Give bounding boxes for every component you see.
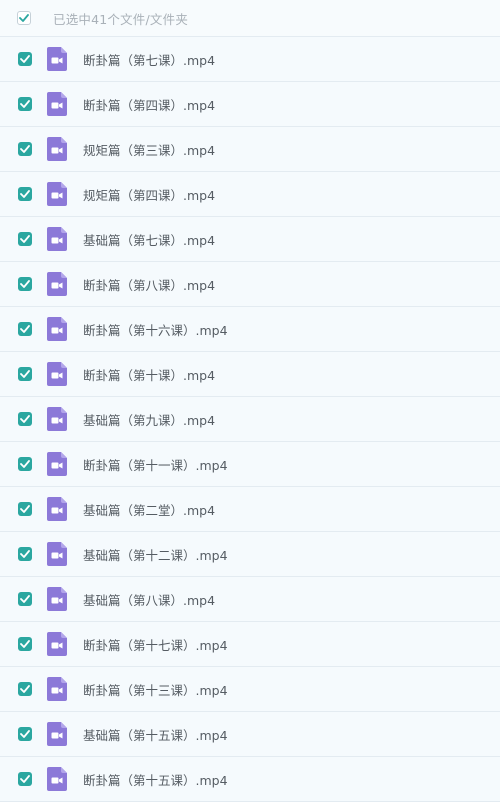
file-row[interactable]: 基础篇（第十五课）.mp4 xyxy=(0,712,500,757)
video-file-icon xyxy=(47,542,67,566)
file-checkbox[interactable] xyxy=(18,457,32,471)
file-row[interactable]: 规矩篇（第四课）.mp4 xyxy=(0,172,500,217)
file-name: 断卦篇（第十课）.mp4 xyxy=(83,367,216,383)
file-row[interactable]: 断卦篇（第十一课）.mp4 xyxy=(0,442,500,487)
file-checkbox[interactable] xyxy=(18,727,32,741)
file-name: 基础篇（第八课）.mp4 xyxy=(83,592,216,608)
file-checkbox[interactable] xyxy=(18,187,32,201)
checkbox-checked-icon xyxy=(20,235,30,243)
file-name: 断卦篇（第八课）.mp4 xyxy=(83,277,216,293)
video-file-icon xyxy=(47,497,67,521)
file-name: 断卦篇（第十五课）.mp4 xyxy=(83,772,228,788)
video-file-icon xyxy=(47,272,67,296)
file-row[interactable]: 断卦篇（第十六课）.mp4 xyxy=(0,307,500,352)
file-name: 断卦篇（第十六课）.mp4 xyxy=(83,322,228,338)
file-row[interactable]: 断卦篇（第十三课）.mp4 xyxy=(0,667,500,712)
video-file-icon xyxy=(47,317,67,341)
checkbox-checked-icon xyxy=(20,100,30,108)
checkbox-checked-icon xyxy=(20,325,30,333)
file-checkbox[interactable] xyxy=(18,637,32,651)
file-checkbox[interactable] xyxy=(18,97,32,111)
video-file-icon xyxy=(47,767,67,791)
file-checkbox[interactable] xyxy=(18,592,32,606)
video-file-icon xyxy=(47,452,67,476)
file-checkbox[interactable] xyxy=(18,52,32,66)
video-file-icon xyxy=(47,137,67,161)
checkbox-checked-icon xyxy=(20,415,30,423)
file-row[interactable]: 断卦篇（第七课）.mp4 xyxy=(0,37,500,82)
file-row[interactable]: 断卦篇（第八课）.mp4 xyxy=(0,262,500,307)
video-file-icon xyxy=(47,227,67,251)
file-checkbox[interactable] xyxy=(18,277,32,291)
file-row[interactable]: 断卦篇（第十课）.mp4 xyxy=(0,352,500,397)
checkbox-checked-icon xyxy=(20,460,30,468)
video-file-icon xyxy=(47,587,67,611)
file-rows: 断卦篇（第七课）.mp4 断卦篇（第四课）.mp4 规矩篇（第三课）.mp4 规… xyxy=(0,37,500,802)
checkbox-checked-icon xyxy=(20,190,30,198)
checkbox-checked-icon xyxy=(20,280,30,288)
video-file-icon xyxy=(47,182,67,206)
file-name: 规矩篇（第四课）.mp4 xyxy=(83,187,216,203)
file-row[interactable]: 基础篇（第十二课）.mp4 xyxy=(0,532,500,577)
video-file-icon xyxy=(47,677,67,701)
file-name: 断卦篇（第十三课）.mp4 xyxy=(83,682,228,698)
file-row[interactable]: 断卦篇（第十五课）.mp4 xyxy=(0,757,500,802)
file-name: 基础篇（第二堂）.mp4 xyxy=(83,502,216,518)
selection-count-text: 已选中41个文件/文件夹 xyxy=(53,11,189,27)
checkbox-checked-icon xyxy=(20,775,30,783)
file-row[interactable]: 基础篇（第二堂）.mp4 xyxy=(0,487,500,532)
file-name: 断卦篇（第十一课）.mp4 xyxy=(83,457,228,473)
file-name: 断卦篇（第十七课）.mp4 xyxy=(83,637,228,653)
file-name: 基础篇（第七课）.mp4 xyxy=(83,232,216,248)
file-name: 断卦篇（第四课）.mp4 xyxy=(83,97,216,113)
file-checkbox[interactable] xyxy=(18,367,32,381)
file-list: 已选中41个文件/文件夹 断卦篇（第七课）.mp4 断卦篇（第四课）.mp4 规… xyxy=(0,0,500,802)
file-checkbox[interactable] xyxy=(18,547,32,561)
checkbox-checked-icon xyxy=(20,595,30,603)
video-file-icon xyxy=(47,362,67,386)
file-name: 基础篇（第九课）.mp4 xyxy=(83,412,216,428)
file-checkbox[interactable] xyxy=(18,772,32,786)
video-file-icon xyxy=(47,407,67,431)
checkbox-checked-icon xyxy=(20,685,30,693)
file-checkbox[interactable] xyxy=(18,412,32,426)
file-name: 规矩篇（第三课）.mp4 xyxy=(83,142,216,158)
file-name: 基础篇（第十二课）.mp4 xyxy=(83,547,228,563)
file-row[interactable]: 基础篇（第七课）.mp4 xyxy=(0,217,500,262)
select-all-checkbox[interactable] xyxy=(17,11,31,25)
file-row[interactable]: 基础篇（第九课）.mp4 xyxy=(0,397,500,442)
checkbox-checked-icon xyxy=(20,550,30,558)
checkbox-checked-icon xyxy=(20,370,30,378)
file-checkbox[interactable] xyxy=(18,232,32,246)
file-checkbox[interactable] xyxy=(18,322,32,336)
video-file-icon xyxy=(47,722,67,746)
file-row[interactable]: 断卦篇（第十七课）.mp4 xyxy=(0,622,500,667)
checkbox-checked-icon xyxy=(19,14,29,22)
file-checkbox[interactable] xyxy=(18,142,32,156)
checkbox-checked-icon xyxy=(20,640,30,648)
checkbox-checked-icon xyxy=(20,145,30,153)
file-name: 断卦篇（第七课）.mp4 xyxy=(83,52,216,68)
file-checkbox[interactable] xyxy=(18,682,32,696)
checkbox-checked-icon xyxy=(20,55,30,63)
checkbox-checked-icon xyxy=(20,730,30,738)
video-file-icon xyxy=(47,92,67,116)
file-row[interactable]: 规矩篇（第三课）.mp4 xyxy=(0,127,500,172)
file-row[interactable]: 断卦篇（第四课）.mp4 xyxy=(0,82,500,127)
video-file-icon xyxy=(47,632,67,656)
file-name: 基础篇（第十五课）.mp4 xyxy=(83,727,228,743)
video-file-icon xyxy=(47,47,67,71)
file-checkbox[interactable] xyxy=(18,502,32,516)
selection-header: 已选中41个文件/文件夹 xyxy=(0,0,500,37)
checkbox-checked-icon xyxy=(20,505,30,513)
file-row[interactable]: 基础篇（第八课）.mp4 xyxy=(0,577,500,622)
